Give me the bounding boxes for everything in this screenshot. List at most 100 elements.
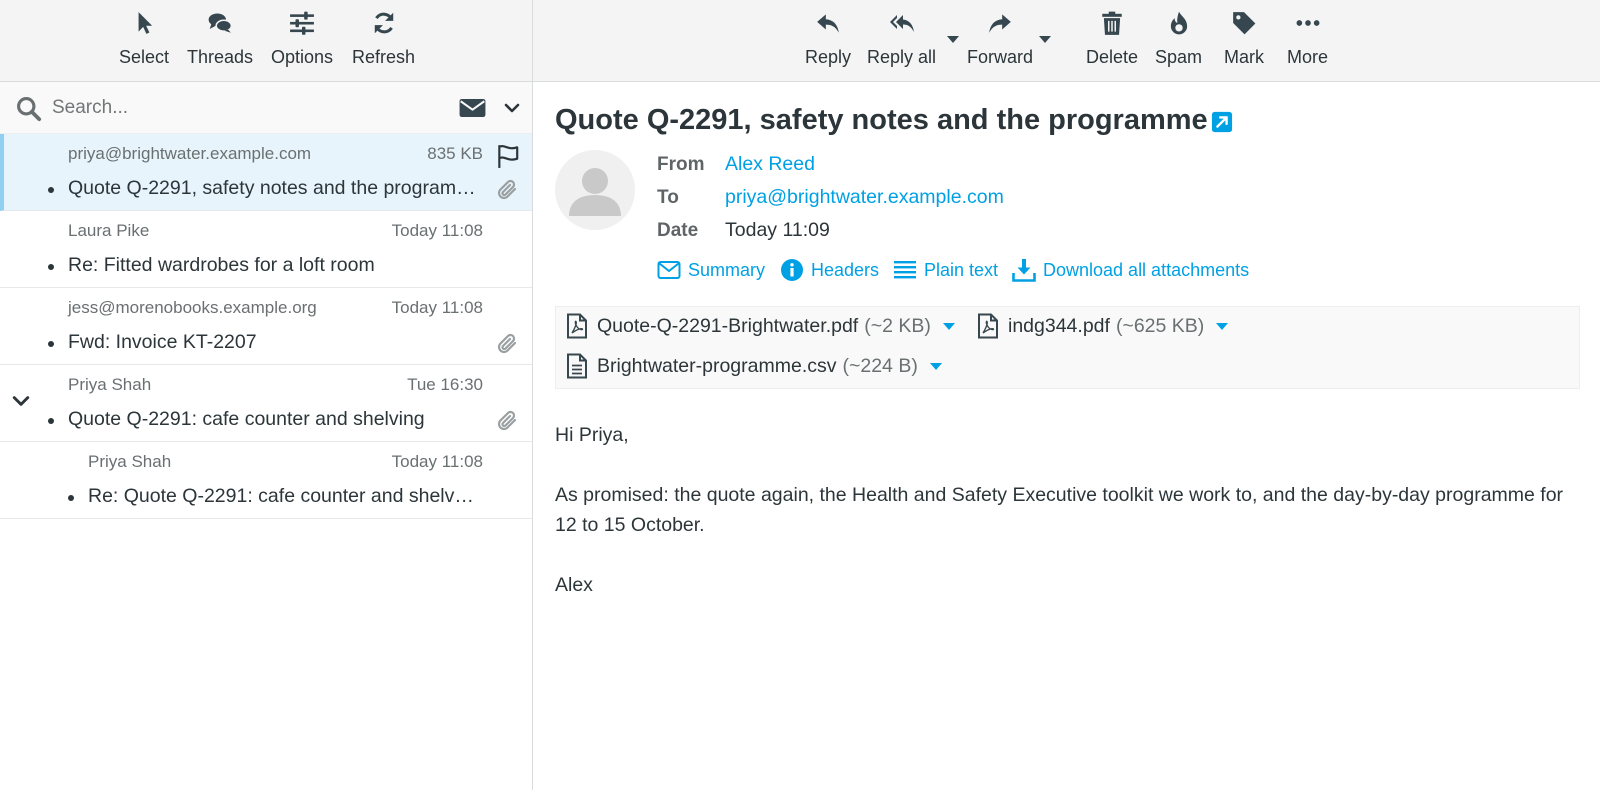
body-paragraph: As promised: the quote again, the Health… xyxy=(555,484,1564,536)
attachment-name: indg344.pdf xyxy=(1008,314,1110,337)
message-from: jess@morenobooks.example.org xyxy=(68,298,317,317)
message-body: Hi Priya, As promised: the quote again, … xyxy=(555,420,1565,600)
mark-button[interactable]: Mark xyxy=(1224,10,1264,67)
reply-all-dropdown-caret[interactable] xyxy=(947,36,959,43)
search-bar xyxy=(0,82,532,134)
options-button[interactable]: Options xyxy=(271,10,333,67)
attachment-item[interactable]: Brightwater-programme.csv (~224 B) xyxy=(565,352,942,380)
delete-button[interactable]: Delete xyxy=(1086,10,1138,67)
date-value: Today 11:09 xyxy=(725,219,830,241)
attachment-menu-caret[interactable] xyxy=(942,322,955,330)
pdf-file-icon xyxy=(567,313,587,339)
trash-icon xyxy=(1102,11,1122,35)
from-label: From xyxy=(657,154,705,175)
message-list-item[interactable]: Priya Shah Today 11:08 Re: Quote Q-2291:… xyxy=(0,442,532,519)
flag-icon[interactable] xyxy=(495,143,521,169)
attachment-size: (~625 KB) xyxy=(1115,314,1205,337)
cursor-icon xyxy=(138,12,153,34)
mark-label: Mark xyxy=(1224,47,1264,67)
search-input[interactable] xyxy=(50,92,434,124)
unread-dot xyxy=(48,187,54,193)
search-icon xyxy=(17,97,42,122)
reply-label: Reply xyxy=(805,47,852,67)
reply-all-icon xyxy=(889,15,914,32)
pdf-file-icon xyxy=(978,313,998,339)
message-subject: Re: Quote Q-2291: cafe counter and shelv… xyxy=(88,485,478,507)
user-silhouette-icon xyxy=(569,168,621,216)
headers-link[interactable]: Headers xyxy=(780,258,879,282)
message-from: Priya Shah xyxy=(68,375,152,394)
attachment-item[interactable]: Quote-Q-2291-Brightwater.pdf (~2 KB) xyxy=(565,312,955,340)
forward-dropdown-caret[interactable] xyxy=(1039,36,1051,43)
message-date: Today 11:08 xyxy=(391,298,483,317)
message-subject-heading: Quote Q-2291, safety notes and the progr… xyxy=(555,104,1208,136)
message-list-item[interactable]: Laura Pike Today 11:08 Re: Fitted wardro… xyxy=(0,211,532,288)
message-list-pane: Select Threads Options Refresh Search...… xyxy=(0,0,533,790)
message-subject: Fwd: Invoice KT-2207 xyxy=(68,331,257,353)
chevron-down-icon[interactable] xyxy=(504,100,520,116)
refresh-label: Refresh xyxy=(352,47,416,67)
paperclip-icon xyxy=(497,179,517,200)
message-subject: Quote Q-2291, safety notes and the progr… xyxy=(68,177,480,199)
threads-button[interactable]: Threads xyxy=(187,10,253,67)
message-list-item[interactable]: Priya Shah Tue 16:30 Quote Q-2291: cafe … xyxy=(0,365,532,442)
attachment-menu-caret[interactable] xyxy=(929,362,942,370)
unread-dot xyxy=(48,341,54,347)
refresh-icon xyxy=(374,12,393,34)
spam-label: Spam xyxy=(1155,47,1203,67)
text-lines-icon xyxy=(894,261,916,279)
download-all-link[interactable]: Download all attachments xyxy=(1012,258,1249,282)
attachment-menu-caret[interactable] xyxy=(1216,322,1229,330)
summary-label: Summary xyxy=(688,259,766,280)
message-from: priya@brightwater.example.com xyxy=(68,144,312,163)
envelope-outline-icon xyxy=(657,261,681,279)
attachments-list: Quote-Q-2291-Brightwater.pdf (~2 KB) ind… xyxy=(555,306,1580,389)
select-label: Select xyxy=(119,47,170,67)
headers-label: Headers xyxy=(811,259,880,280)
refresh-button[interactable]: Refresh xyxy=(352,10,415,67)
forward-button[interactable]: Forward xyxy=(967,10,1033,67)
summary-link[interactable]: Summary xyxy=(657,258,765,282)
thread-collapse-chevron-icon[interactable] xyxy=(12,392,30,410)
message-from: Laura Pike xyxy=(68,221,150,240)
reply-all-button[interactable]: Reply all xyxy=(867,10,936,67)
message-toolbar: Reply Reply all Forward Delete Spam Mark… xyxy=(533,0,1600,82)
threads-label: Threads xyxy=(187,47,254,67)
message-subject: Re: Fitted wardrobes for a loft room xyxy=(68,254,375,276)
message-date: Today 11:08 xyxy=(391,221,483,240)
attachment-size: (~2 KB) xyxy=(864,314,931,337)
plain-text-link[interactable]: Plain text xyxy=(893,258,998,282)
to-label: To xyxy=(657,187,679,208)
sender-avatar xyxy=(555,150,635,230)
attachment-size: (~224 B) xyxy=(842,354,918,377)
comments-icon xyxy=(208,13,233,33)
to-value[interactable]: priya@brightwater.example.com xyxy=(725,186,1004,209)
more-label: More xyxy=(1287,47,1329,67)
more-dots-icon xyxy=(1296,20,1319,26)
spam-button[interactable]: Spam xyxy=(1155,10,1202,67)
attachment-name: Quote-Q-2291-Brightwater.pdf xyxy=(597,314,859,337)
message-date: Tue 16:30 xyxy=(407,375,483,394)
info-circle-icon xyxy=(781,259,803,281)
sliders-icon xyxy=(290,11,314,35)
message-list-item[interactable]: priya@brightwater.example.com 835 KB Quo… xyxy=(0,134,532,211)
body-greeting: Hi Priya, xyxy=(555,424,629,446)
select-button[interactable]: Select xyxy=(119,10,169,67)
open-in-new-window-icon[interactable] xyxy=(1211,111,1233,133)
text-file-icon xyxy=(567,353,587,379)
download-all-label: Download all attachments xyxy=(1043,259,1250,280)
from-value[interactable]: Alex Reed xyxy=(725,153,815,176)
message-size: 835 KB xyxy=(427,144,483,163)
options-label: Options xyxy=(271,47,334,67)
message-list-item[interactable]: jess@morenobooks.example.org Today 11:08… xyxy=(0,288,532,365)
fire-icon xyxy=(1170,11,1187,35)
envelope-icon[interactable] xyxy=(459,96,486,120)
attachment-item[interactable]: indg344.pdf (~625 KB) xyxy=(976,312,1229,340)
reply-icon xyxy=(817,14,839,33)
more-button[interactable]: More xyxy=(1287,10,1328,67)
paperclip-icon xyxy=(497,333,517,354)
forward-icon xyxy=(989,14,1011,33)
reply-button[interactable]: Reply xyxy=(805,10,851,67)
tag-icon xyxy=(1233,12,1256,35)
unread-dot xyxy=(48,264,54,270)
